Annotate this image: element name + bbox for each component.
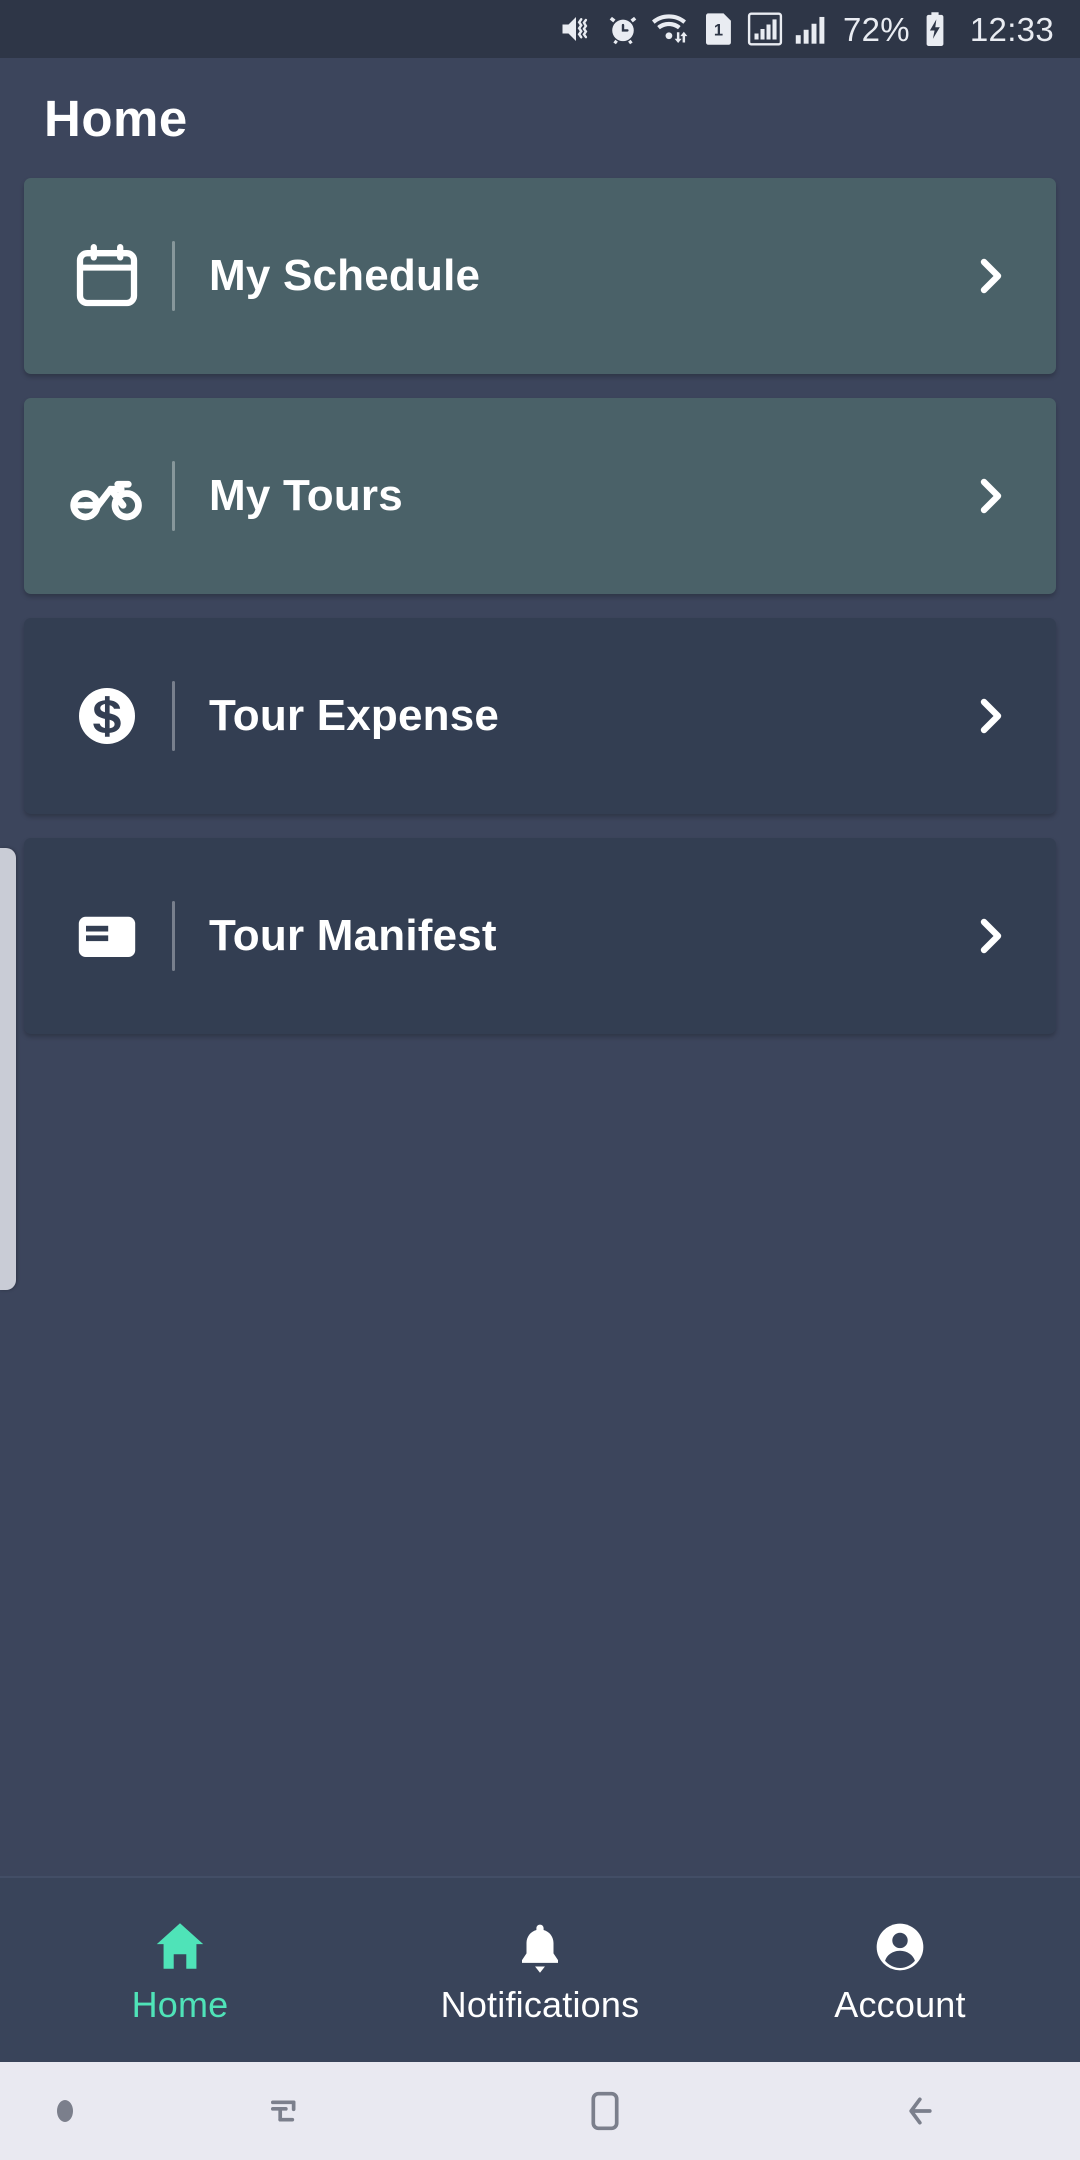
back-arrow-icon[interactable] [763, 2085, 1080, 2137]
dollar-circle-icon [70, 679, 144, 753]
android-system-nav [0, 2062, 1080, 2160]
nav-tab-label: Home [131, 1984, 229, 2025]
menu-card-label: Tour Expense [209, 691, 500, 740]
home-icon [151, 1911, 209, 1975]
card-divider [172, 901, 175, 971]
calendar-icon [70, 239, 144, 313]
nav-dot-shape [57, 2100, 73, 2122]
card-divider [172, 241, 175, 311]
signal-bars-icon [795, 12, 829, 46]
motorcycle-icon [70, 459, 144, 533]
status-bar: 1 72% 12:33 [0, 0, 1080, 58]
menu-card-label: Tour Manifest [209, 911, 497, 960]
recents-icon[interactable] [130, 2085, 447, 2137]
menu-card-tour-expense[interactable]: Tour Expense [24, 618, 1056, 814]
status-clock: 12:33 [969, 10, 1054, 48]
manifest-card-icon [70, 899, 144, 973]
chevron-right-icon[interactable] [960, 906, 1020, 966]
mute-vibrate-icon [558, 11, 594, 47]
menu-card-tour-manifest[interactable]: Tour Manifest [24, 838, 1056, 1034]
menu-card-label: My Tours [209, 471, 403, 520]
menu-card-label: My Schedule [209, 251, 481, 300]
nav-tab-label: Notifications [440, 1984, 640, 2025]
menu-card-list: My Schedule My Tours Tour Expense Tour M… [0, 178, 1080, 1034]
edge-scroll-indicator[interactable] [0, 848, 16, 1290]
card-divider [172, 681, 175, 751]
alarm-clock-icon [606, 12, 640, 46]
battery-charging-icon [922, 11, 948, 47]
sim-card-1-icon: 1 [704, 11, 735, 47]
chevron-right-icon[interactable] [960, 686, 1020, 746]
account-user-icon [872, 1911, 928, 1975]
home-square-icon[interactable] [447, 2085, 764, 2137]
sim-slot-number: 1 [714, 22, 723, 40]
nav-tab-account[interactable]: Account [722, 1911, 1078, 2023]
nav-indicator-dot [0, 2100, 130, 2122]
bell-icon [513, 1911, 567, 1975]
chevron-right-icon[interactable] [960, 246, 1020, 306]
menu-card-my-schedule[interactable]: My Schedule [24, 178, 1056, 374]
app-header: Home [0, 58, 1080, 178]
menu-card-my-tours[interactable]: My Tours [24, 398, 1056, 594]
page-title: Home [44, 89, 188, 147]
battery-percent-label: 72% [842, 10, 910, 48]
signal-boxed-icon [747, 11, 783, 47]
nav-tab-notifications[interactable]: Notifications [362, 1911, 718, 2023]
bottom-navigation-bar: Home Notifications Account [0, 1876, 1080, 2062]
card-divider [172, 461, 175, 531]
chevron-right-icon[interactable] [960, 466, 1020, 526]
nav-tab-home[interactable]: Home [2, 1911, 358, 2023]
wifi-data-transfer-icon [651, 12, 692, 46]
nav-tab-label: Account [834, 1984, 966, 2025]
